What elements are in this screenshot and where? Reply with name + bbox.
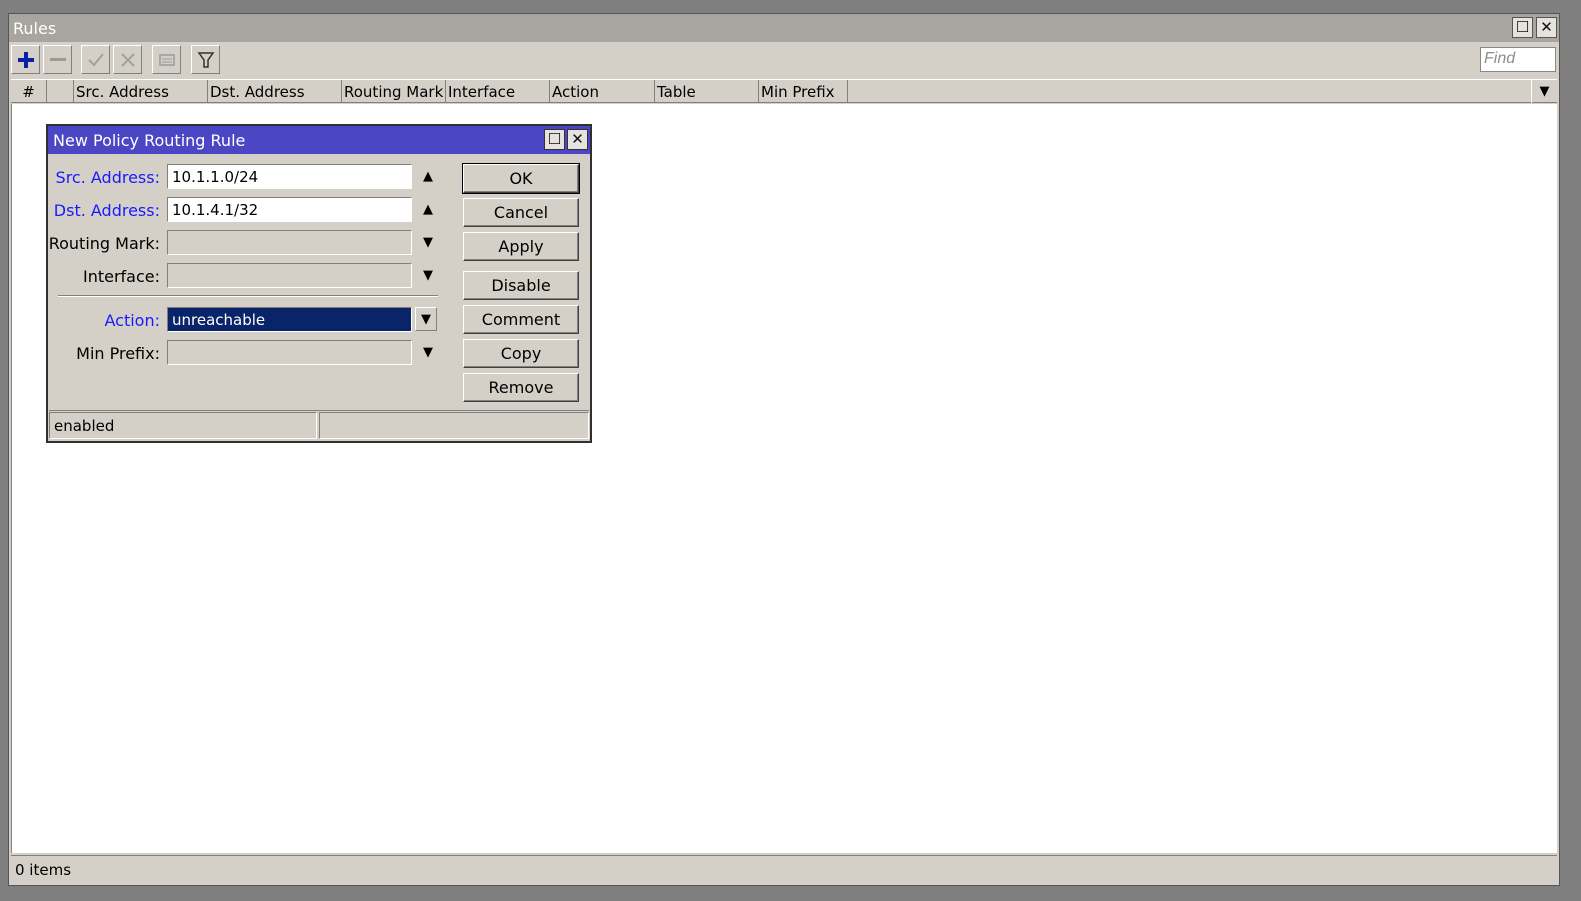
dialog-title: New Policy Routing Rule: [53, 131, 246, 150]
new-policy-routing-rule-dialog: New Policy Routing Rule ☐ ✕ Src. Address…: [46, 124, 592, 443]
comment-button[interactable]: Comment: [463, 305, 579, 334]
enable-icon[interactable]: [81, 45, 110, 74]
remove-button[interactable]: Remove: [463, 373, 579, 402]
cancel-button[interactable]: Cancel: [463, 198, 579, 227]
column-header-action[interactable]: Action: [550, 80, 655, 103]
remove-icon[interactable]: [43, 45, 72, 74]
dialog-status-state: enabled: [49, 412, 317, 439]
dialog-titlebar[interactable]: New Policy Routing Rule ☐ ✕: [48, 126, 590, 154]
column-header-interface[interactable]: Interface: [446, 80, 550, 103]
collapse-up-icon[interactable]: ▲: [418, 199, 438, 219]
add-icon[interactable]: [11, 45, 40, 74]
column-header-flags[interactable]: [47, 80, 74, 103]
column-header-routing-mark[interactable]: Routing Mark: [342, 80, 446, 103]
ok-button[interactable]: OK: [462, 163, 580, 194]
src-address-input[interactable]: 10.1.1.0/24: [167, 164, 412, 189]
comment-icon[interactable]: [152, 45, 181, 74]
disable-icon[interactable]: [113, 45, 142, 74]
expand-down-icon[interactable]: ▼: [418, 342, 438, 362]
column-header-table[interactable]: Table: [655, 80, 759, 103]
copy-button[interactable]: Copy: [463, 339, 579, 368]
interface-input[interactable]: [167, 263, 412, 288]
maximize-icon[interactable]: ☐: [1512, 17, 1533, 38]
disable-button[interactable]: Disable: [463, 271, 579, 300]
column-header-dst-address[interactable]: Dst. Address: [208, 80, 342, 103]
apply-button[interactable]: Apply: [463, 232, 579, 261]
expand-down-icon[interactable]: ▼: [418, 232, 438, 252]
collapse-up-icon[interactable]: ▲: [418, 166, 438, 186]
src-address-label: Src. Address:: [55, 168, 160, 187]
routing-mark-label: Routing Mark:: [48, 234, 160, 253]
column-header-src-address[interactable]: Src. Address: [74, 80, 208, 103]
dst-address-input[interactable]: 10.1.4.1/32: [167, 197, 412, 222]
filter-icon[interactable]: [191, 45, 220, 74]
find-input[interactable]: Find: [1480, 47, 1556, 72]
dropdown-icon[interactable]: ▼: [415, 307, 437, 331]
close-icon[interactable]: ✕: [1536, 17, 1557, 38]
column-menu-chevron-down-icon[interactable]: ▼: [1531, 80, 1557, 103]
action-label: Action:: [104, 311, 161, 330]
table-header: # Src. Address Dst. Address Routing Mark…: [11, 79, 1557, 103]
min-prefix-label: Min Prefix:: [76, 344, 160, 363]
action-select[interactable]: unreachable: [167, 307, 412, 332]
maximize-icon[interactable]: ☐: [544, 129, 565, 150]
window-title: Rules: [13, 19, 57, 38]
interface-label: Interface:: [82, 267, 160, 286]
dialog-status-extra: [319, 412, 589, 439]
min-prefix-input[interactable]: [167, 340, 412, 365]
toolbar: Find: [9, 42, 1559, 77]
section-divider: [58, 295, 438, 297]
expand-down-icon[interactable]: ▼: [418, 265, 438, 285]
column-header-min-prefix[interactable]: Min Prefix: [759, 80, 848, 103]
dialog-status-bar: enabled: [49, 410, 589, 440]
column-header-number[interactable]: #: [11, 80, 47, 103]
items-count: 0 items: [15, 861, 72, 879]
window-titlebar[interactable]: Rules ☐ ✕: [9, 14, 1559, 42]
status-bar: 0 items: [11, 855, 1557, 883]
dst-address-label: Dst. Address:: [53, 201, 160, 220]
routing-mark-input[interactable]: [167, 230, 412, 255]
close-icon[interactable]: ✕: [567, 129, 588, 150]
